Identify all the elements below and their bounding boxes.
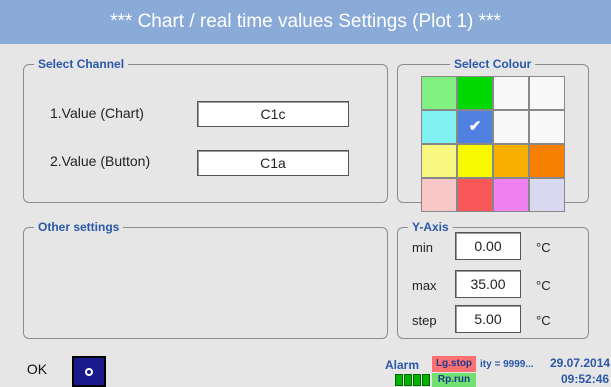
other-settings-legend: Other settings <box>34 220 124 234</box>
y-step-field[interactable]: 5.00 <box>455 305 521 333</box>
button-value-label: 2.Value (Button) <box>50 153 151 169</box>
y-min-label: min <box>412 240 433 255</box>
colour-swatch[interactable] <box>422 145 456 177</box>
y-axis-legend: Y-Axis <box>408 220 453 234</box>
select-channel-panel: Select Channel <box>23 57 388 203</box>
y-step-label: step <box>412 313 437 328</box>
record-button[interactable] <box>72 356 106 387</box>
checkmark-icon: ✔ <box>468 118 482 135</box>
colour-swatch[interactable] <box>494 179 528 211</box>
select-channel-legend: Select Channel <box>34 57 129 71</box>
colour-swatch[interactable] <box>530 179 564 211</box>
alarm-label[interactable]: Alarm <box>385 358 419 372</box>
y-max-label: max <box>412 278 437 293</box>
chart-value-label: 1.Value (Chart) <box>50 105 144 121</box>
alarm-indicator <box>395 374 430 386</box>
report-run-badge[interactable]: Rp.run <box>432 373 476 387</box>
colour-swatch[interactable] <box>458 145 492 177</box>
colour-swatch[interactable] <box>422 111 456 143</box>
button-value-field[interactable]: C1a <box>197 150 349 176</box>
chart-value-field[interactable]: C1c <box>197 101 349 127</box>
y-max-field[interactable]: 35.00 <box>455 270 521 298</box>
ok-button[interactable]: OK <box>12 354 62 384</box>
colour-grid: ✔ <box>421 76 565 212</box>
time-display: 09:52:46 <box>561 372 610 386</box>
colour-swatch[interactable] <box>494 145 528 177</box>
colour-swatch[interactable] <box>530 77 564 109</box>
logger-stop-badge[interactable]: Lg.stop <box>432 356 476 372</box>
colour-swatch[interactable] <box>458 77 492 109</box>
colour-swatch[interactable] <box>422 77 456 109</box>
colour-swatch[interactable] <box>494 77 528 109</box>
colour-swatch[interactable] <box>530 111 564 143</box>
status-ticker: ity = 9999... <box>480 356 542 374</box>
y-min-field[interactable]: 0.00 <box>455 232 521 260</box>
window-title: *** Chart / real time values Settings (P… <box>0 0 611 44</box>
other-settings-panel: Other settings <box>23 220 388 339</box>
colour-swatch[interactable] <box>422 179 456 211</box>
date-display: 29.07.2014 <box>550 356 611 370</box>
colour-swatch[interactable] <box>458 179 492 211</box>
colour-swatch[interactable]: ✔ <box>458 111 492 143</box>
record-icon <box>85 368 93 376</box>
y-min-unit: °C <box>536 240 551 255</box>
y-step-unit: °C <box>536 313 551 328</box>
y-max-unit: °C <box>536 278 551 293</box>
colour-swatch[interactable] <box>494 111 528 143</box>
colour-swatch[interactable] <box>530 145 564 177</box>
select-colour-legend: Select Colour <box>450 57 536 71</box>
